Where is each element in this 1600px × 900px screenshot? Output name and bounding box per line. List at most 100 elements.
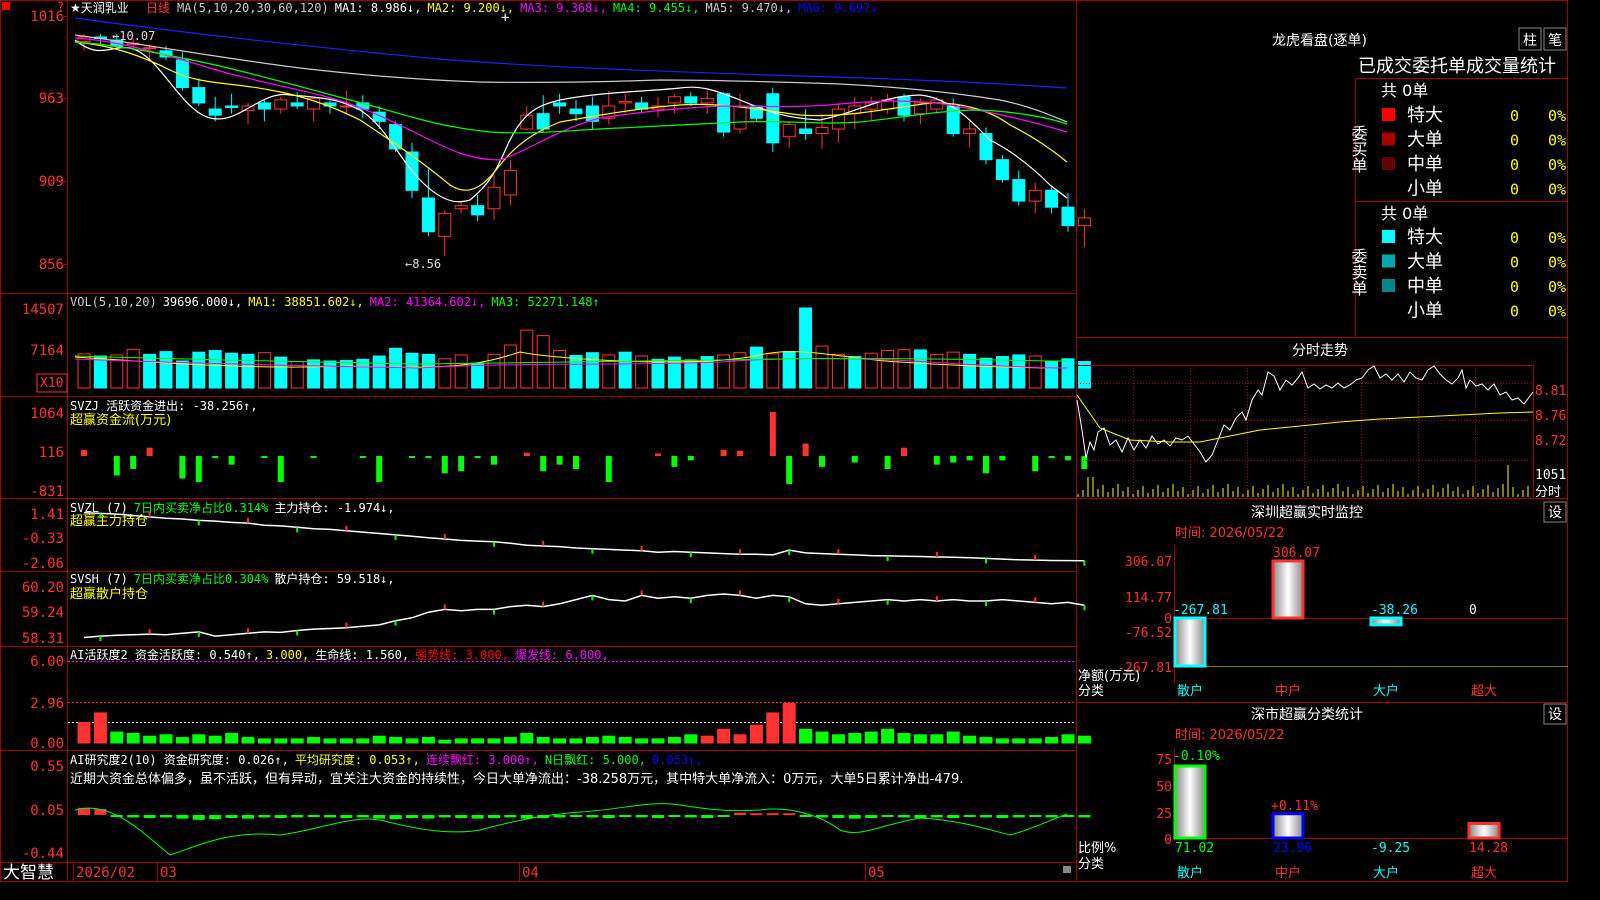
ai-active-bar <box>602 735 616 744</box>
sz-monitor-bar <box>1369 616 1403 627</box>
sz-monitor-tick: -76.52 <box>1125 626 1172 641</box>
volume-bar <box>389 347 403 389</box>
flow-bar <box>540 456 547 472</box>
position-tick <box>837 598 840 604</box>
ai-research-bar <box>684 815 697 818</box>
order-count: 0 <box>1510 107 1519 125</box>
ai-research-bar <box>1045 815 1058 818</box>
ai-active-bar <box>520 732 534 744</box>
svsh-tick: 59.24 <box>22 605 64 621</box>
order-count: 0 <box>1510 303 1519 321</box>
svzl-header: SVZL (7) 7日内买卖净占比0.314% 主力持仓: -1.974↓, <box>70 500 395 515</box>
ai-research-curve <box>74 803 1068 856</box>
sz-monitor-value: -267.81 <box>1173 603 1228 618</box>
candle-body <box>963 128 977 135</box>
candle-body <box>733 105 747 130</box>
ai-research-bar <box>799 815 812 817</box>
ai-active-bar <box>930 734 944 744</box>
svzj-subtitle: 超赢资金流(万元) <box>70 412 171 428</box>
main-panel-header: ★天润乳业 日线 MA(5,10,20,30,60,120) MA1: 8.986… <box>70 1 878 15</box>
low-price-label: ←8.56 <box>405 257 441 271</box>
volume-bar <box>897 348 911 389</box>
volume-bar <box>225 352 239 389</box>
order-count: 0 <box>1510 254 1519 272</box>
flow-bar <box>179 456 186 479</box>
order-pct: 0% <box>1548 229 1566 247</box>
intraday-tick: 8.72 <box>1535 434 1566 449</box>
candle-body <box>438 212 452 237</box>
header-segment: 连续飘红: 3.000↑, <box>426 752 539 767</box>
flow-bar <box>146 447 153 456</box>
header-segment: 主力持仓: -1.974↓, <box>274 500 394 515</box>
volume-bar <box>93 355 107 389</box>
ai-active-bar <box>339 738 353 744</box>
volume-bar <box>569 354 583 389</box>
ai-active-bar <box>421 737 435 744</box>
header-segment: MA3: 52271.148↑ <box>491 295 599 309</box>
position-tick <box>345 525 348 531</box>
flow-bar <box>310 456 317 458</box>
ai-active-bar <box>503 737 517 744</box>
order-color-swatch <box>1382 279 1395 292</box>
order-count: 0 <box>1510 181 1519 199</box>
fund-flow-bars <box>81 412 1088 485</box>
ai-research-bar <box>340 815 353 818</box>
ai-active-bar <box>799 728 813 744</box>
flow-bar <box>130 456 137 469</box>
ai-active-bar <box>208 735 222 744</box>
ai-research-bar <box>865 815 878 818</box>
intraday-vol-label: 分时 <box>1535 485 1561 500</box>
position-tick <box>197 631 200 637</box>
ai-active-bar <box>257 738 271 744</box>
candle-body <box>667 96 681 104</box>
order-color-swatch <box>1382 303 1395 317</box>
ai-research-axis: 0.55 0.05 -0.44 <box>22 759 64 862</box>
position-tick <box>542 601 545 607</box>
svzj-header: SVZJ 活跃资金进出: -38.256↑, <box>70 398 258 413</box>
sz-monitor-tick: 114.77 <box>1125 591 1172 606</box>
sz-monitor-ylabel: 净额(万元) <box>1078 669 1140 684</box>
flow-bar <box>228 456 235 465</box>
ai-active-bar <box>274 738 288 744</box>
position-tick <box>394 534 397 540</box>
flow-bar <box>458 456 465 472</box>
ai-research-bar <box>406 815 418 818</box>
candle-body <box>766 93 780 144</box>
svsh-tick: 60.20 <box>22 580 64 596</box>
candle-body <box>782 123 796 138</box>
sz-monitor-xlabel: 分类 <box>1078 684 1104 699</box>
candle-body <box>815 126 829 135</box>
ai-research-bars <box>78 807 1091 820</box>
flow-bar <box>1048 456 1055 459</box>
flow-bar <box>655 453 661 456</box>
order-type-label: 特大 <box>1407 227 1443 248</box>
position-tick <box>247 518 249 524</box>
position-tick <box>1034 555 1037 561</box>
order-count: 0 <box>1510 278 1519 296</box>
help-icon[interactable]: ? <box>57 0 64 14</box>
order-color-swatch <box>1382 108 1395 121</box>
ai-research-bar <box>750 813 763 816</box>
price-axis: 1016 963 909 856 <box>30 9 64 273</box>
position-tick <box>739 549 741 555</box>
retail-position-line <box>83 590 1086 642</box>
flow-bar <box>851 456 858 463</box>
ai-active-bar <box>389 737 403 744</box>
sell-side-label: 委卖单 <box>1349 248 1368 296</box>
brand-label: 大智慧 <box>3 863 54 882</box>
flow-bar <box>81 449 87 456</box>
header-segment: 强势线: 3.000, <box>415 648 509 662</box>
date-label: 03 <box>160 865 177 881</box>
flow-bar <box>409 456 415 458</box>
header-segment: 3.000, <box>266 648 309 662</box>
candle-body <box>1045 189 1059 208</box>
high-price-label: ←10.07 <box>112 29 155 43</box>
ai-active-tick: 6.00 <box>30 654 64 670</box>
date-label: 2026/02 <box>76 865 135 881</box>
position-tick <box>985 601 987 607</box>
volume-bar <box>143 353 157 389</box>
candle-body <box>503 169 517 196</box>
sz-class-category: 中户 <box>1275 865 1301 881</box>
ai-research-bar <box>225 815 238 818</box>
price-tick: 856 <box>39 257 64 273</box>
